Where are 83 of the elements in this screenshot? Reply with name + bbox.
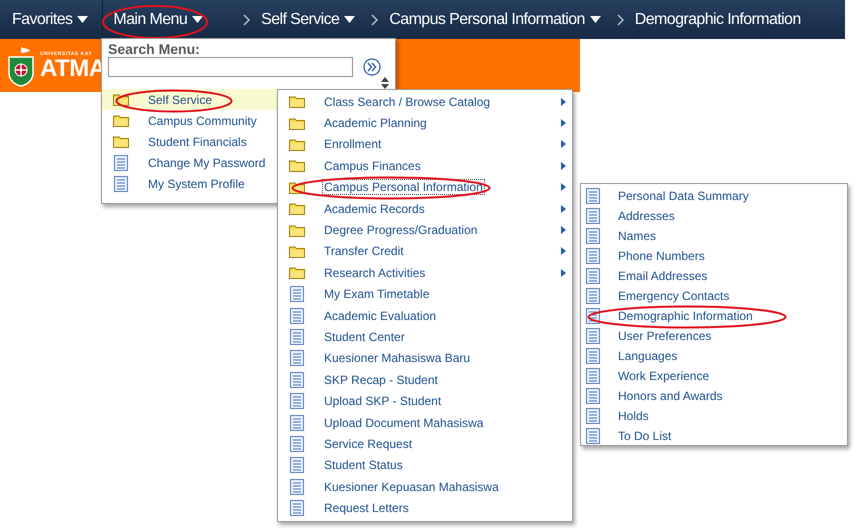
document-icon xyxy=(114,176,128,192)
menu-item[interactable]: Addresses xyxy=(581,206,847,226)
document-icon xyxy=(586,328,600,344)
menu-item[interactable]: Campus Personal Information xyxy=(278,176,572,198)
folder-icon xyxy=(289,116,305,130)
document-icon xyxy=(586,268,600,284)
caret-icon xyxy=(344,16,356,23)
menu-item[interactable]: Student Status xyxy=(278,454,572,476)
folder-icon xyxy=(289,244,305,258)
folder-icon xyxy=(289,202,305,216)
menu-item[interactable]: Upload Document Mahasiswa xyxy=(278,412,572,434)
document-icon xyxy=(290,414,304,431)
document-icon xyxy=(586,248,600,264)
breadcrumb-link[interactable]: Campus Personal Information xyxy=(387,6,603,32)
menu-item[interactable]: Phone Numbers xyxy=(581,246,847,266)
menu-item[interactable]: Demographic Information xyxy=(581,306,847,326)
document-icon xyxy=(290,393,304,410)
document-icon xyxy=(586,208,600,224)
folder-icon xyxy=(289,95,305,108)
folder-icon xyxy=(289,138,305,151)
menu-item[interactable]: User Preferences xyxy=(581,326,847,346)
menu-item[interactable]: Holds xyxy=(581,406,847,426)
menu-item[interactable]: Academic Evaluation xyxy=(278,304,572,326)
document-icon xyxy=(114,154,128,170)
document-icon xyxy=(290,500,304,516)
document-icon xyxy=(586,428,600,444)
document-icon xyxy=(290,350,304,366)
document-icon xyxy=(290,328,304,345)
document-icon xyxy=(290,436,304,452)
document-icon xyxy=(586,348,600,364)
menu-item[interactable]: Request Letters xyxy=(278,497,572,519)
breadcrumb-link[interactable]: Self Service xyxy=(259,6,358,32)
menu-item[interactable]: Academic Planning xyxy=(278,112,572,134)
menu-item[interactable]: Transfer Credit xyxy=(278,240,572,262)
folder-icon xyxy=(289,224,305,237)
menu-item[interactable]: Campus Finances xyxy=(278,155,572,177)
document-icon xyxy=(586,368,600,384)
menu-item[interactable]: Service Request xyxy=(278,433,572,455)
menu-item[interactable]: Email Addresses xyxy=(581,266,847,286)
document-icon xyxy=(586,288,600,304)
document-icon xyxy=(290,286,304,302)
menu-item[interactable]: Student Center xyxy=(278,326,572,348)
menu-item[interactable]: Kuesioner Mahasiswa Baru xyxy=(278,348,572,370)
caret-icon xyxy=(192,16,204,23)
folder-icon xyxy=(113,135,129,148)
menu-item[interactable]: Degree Progress/Graduation xyxy=(278,219,572,241)
menu-item[interactable]: Kuesioner Kepuasan Mahasiswa xyxy=(278,476,572,498)
caret-icon xyxy=(590,16,601,23)
menu-item[interactable]: SKP Recap - Student xyxy=(278,369,572,390)
menu-item[interactable]: Upload SKP - Student xyxy=(278,390,572,412)
menu-item[interactable]: Emergency Contacts xyxy=(581,286,847,306)
folder-icon xyxy=(289,266,305,280)
document-icon xyxy=(586,228,600,244)
menu-item[interactable]: Honors and Awards xyxy=(581,386,847,406)
chevron-icon xyxy=(243,14,250,26)
caret-icon xyxy=(77,16,88,23)
menu-item[interactable]: Research Activities xyxy=(278,262,572,284)
document-icon xyxy=(586,408,600,424)
menu-item[interactable]: Languages xyxy=(581,346,847,366)
search-label: Search Menu: xyxy=(108,41,201,57)
search-field[interactable] xyxy=(108,57,353,77)
folder-icon xyxy=(113,114,129,127)
nav-menu[interactable]: Favorites xyxy=(6,6,94,32)
document-icon xyxy=(290,457,304,474)
menu-item[interactable]: Names xyxy=(581,226,847,246)
menu-item[interactable]: To Do List xyxy=(581,426,847,446)
menu-item[interactable]: Work Experience xyxy=(581,366,847,386)
search-go-icon[interactable] xyxy=(363,58,381,76)
menu-item[interactable]: Personal Data Summary xyxy=(581,186,847,206)
menu-item[interactable]: Enrollment xyxy=(278,134,572,156)
chevron-icon xyxy=(616,14,624,26)
chevron-icon xyxy=(371,14,378,26)
document-icon xyxy=(290,478,304,495)
shield-logo-icon xyxy=(6,44,36,86)
breadcrumb-link[interactable]: Demographic Information xyxy=(632,6,803,32)
document-icon xyxy=(290,308,304,324)
sort-icon[interactable] xyxy=(381,77,389,89)
menu-item[interactable]: Academic Records xyxy=(278,198,572,220)
folder-icon xyxy=(289,159,305,172)
document-icon xyxy=(290,372,304,388)
document-icon xyxy=(586,188,600,204)
document-icon xyxy=(586,388,600,404)
menu-item[interactable]: My Exam Timetable xyxy=(278,284,572,305)
